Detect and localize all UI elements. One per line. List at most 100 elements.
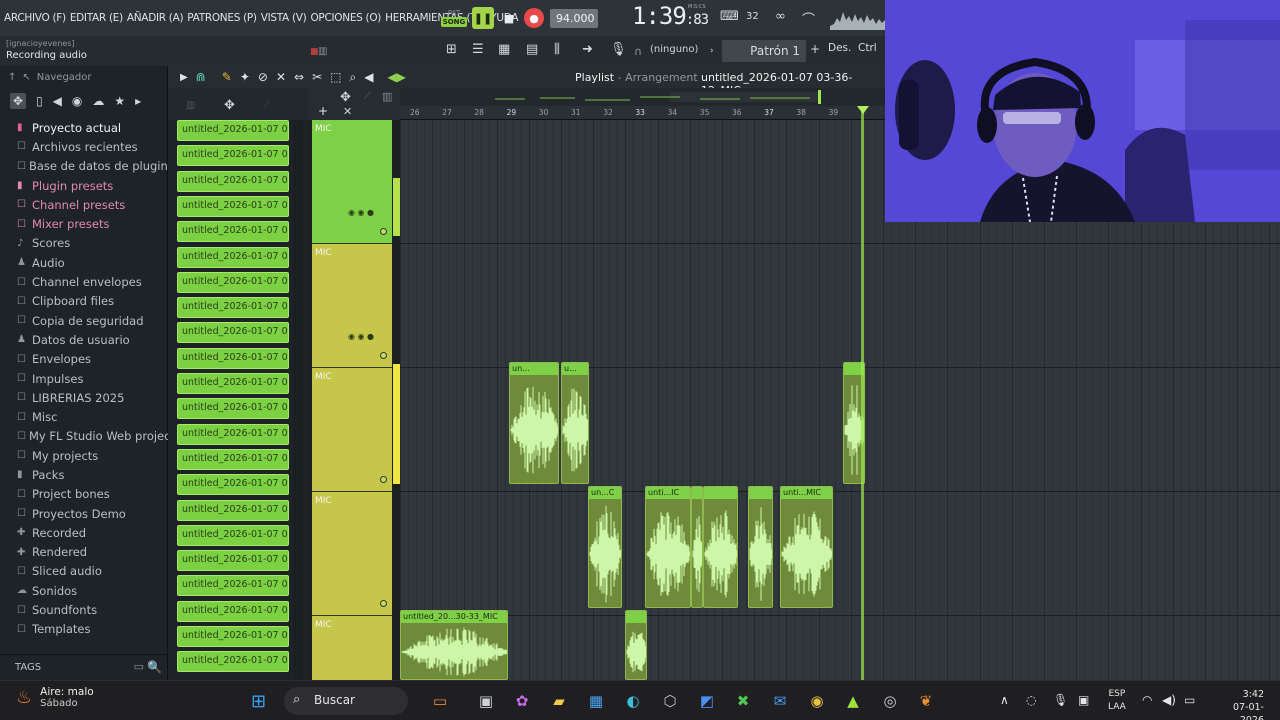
pause-button[interactable]: ❚❚ bbox=[472, 7, 494, 29]
picker-clip[interactable]: untitled_2026-01-07 02- bbox=[177, 373, 289, 394]
browser-item[interactable]: ☐ My projects bbox=[0, 446, 168, 465]
app-thumbnail-icon[interactable]: ▭ bbox=[428, 689, 452, 713]
playhead[interactable] bbox=[861, 106, 864, 680]
picker-clip[interactable]: untitled_2026-01-07 03- bbox=[177, 423, 289, 445]
picker-clip[interactable]: untitled_2026-01-07 03- bbox=[177, 575, 289, 597]
volume-icon[interactable]: ◀) bbox=[1162, 693, 1176, 707]
mixer-icon[interactable]: ⫼ bbox=[554, 42, 560, 57]
file-explorer-icon[interactable]: ▰ bbox=[547, 689, 571, 713]
picker-clip[interactable]: untitled_2026-01-07 02- bbox=[177, 271, 289, 293]
metronome-icon[interactable]: ⌒ bbox=[802, 9, 815, 28]
search-icon[interactable]: 🔍 bbox=[147, 660, 162, 674]
select-icon[interactable]: ⬚ bbox=[330, 70, 341, 84]
browser-item[interactable]: ▮ Proyecto actual bbox=[0, 118, 168, 137]
arrow-left-icon[interactable]: ↖ bbox=[22, 72, 30, 83]
taskbar-search[interactable]: ⌕ Buscar bbox=[284, 687, 408, 715]
browser-item[interactable]: ☐ Proyectos Demo bbox=[0, 504, 168, 523]
track-header[interactable]: MIC bbox=[312, 492, 392, 616]
menu-vista[interactable]: VISTA (V) bbox=[261, 12, 307, 24]
track-tool-icon[interactable]: ⟋ bbox=[364, 91, 371, 102]
browser-item[interactable]: ☐ Misc bbox=[0, 407, 168, 426]
picker-clip[interactable]: untitled_2026-01-07 03- bbox=[177, 550, 289, 572]
track-grid-icon[interactable]: ▥ bbox=[382, 90, 392, 103]
timeline-ruler[interactable]: 26 27 28 29 30 31 32 33 34 35 36 37 38 39 bbox=[400, 106, 885, 120]
menu-editar[interactable]: EDITAR (E) bbox=[70, 12, 123, 24]
picker-clip-icon[interactable]: ⟋ bbox=[263, 100, 270, 111]
wifi-icon[interactable]: ◠ bbox=[1142, 693, 1152, 707]
picker-clip[interactable]: untitled_2026-01-07 02- bbox=[177, 322, 289, 344]
picker-clip[interactable]: untitled_2026-01-07 03- bbox=[177, 448, 289, 470]
playhead-marker[interactable] bbox=[857, 106, 869, 114]
windows-start-icon[interactable]: ⊞ bbox=[251, 691, 266, 712]
add-track-icon[interactable]: + bbox=[318, 104, 328, 118]
task-view-icon[interactable]: ▣ bbox=[474, 689, 498, 713]
typing-keyboard-icon[interactable]: ⌨ bbox=[720, 9, 739, 24]
picker-clip[interactable]: untitled_2026-01-07 03- bbox=[177, 524, 289, 546]
picker-clip[interactable]: untitled_2026-01-07 02- bbox=[177, 297, 289, 319]
des-button[interactable]: Des. bbox=[828, 42, 851, 54]
menu-patrones[interactable]: PATRONES (P) bbox=[187, 12, 257, 24]
track-header[interactable]: MIC ◉ ◉ ● bbox=[312, 244, 392, 368]
browser-item[interactable]: ☐ Channel envelopes bbox=[0, 272, 168, 291]
playlist-arrows-icon[interactable]: ◀▶ bbox=[387, 70, 405, 84]
magnet-icon[interactable]: ⋒ bbox=[196, 70, 206, 84]
picker-clip[interactable]: untitled_2026-01-07 03- bbox=[177, 499, 289, 521]
browser-item[interactable]: ☐ Project bones bbox=[0, 485, 168, 504]
track-select-dot[interactable] bbox=[380, 228, 387, 235]
delete-icon[interactable]: ⊘ bbox=[258, 70, 268, 84]
picker-clip[interactable]: untitled_2026-01-07 03- bbox=[177, 474, 289, 496]
browser-item[interactable]: ☐ Channel presets bbox=[0, 195, 168, 214]
close-icon[interactable]: ✕ bbox=[343, 105, 352, 118]
picker-all-icon[interactable]: ✥ bbox=[224, 98, 235, 113]
browser-item[interactable]: ☐ LIBRERIAS 2025 bbox=[0, 388, 168, 407]
app-cube-icon[interactable]: ⬡ bbox=[658, 689, 682, 713]
browser-item[interactable]: ☐ Envelopes bbox=[0, 350, 168, 369]
picker-clip[interactable]: untitled_2026-01-07 03- bbox=[177, 600, 289, 622]
audio-clip[interactable] bbox=[625, 610, 647, 680]
playlist-mode[interactable]: Arrangement bbox=[625, 71, 698, 84]
app-notes-icon[interactable]: ◩ bbox=[695, 689, 719, 713]
mail-icon[interactable]: ✉ bbox=[768, 689, 792, 713]
slice-icon[interactable]: ✂ bbox=[312, 70, 322, 84]
browser-item[interactable]: ✚ Rendered bbox=[0, 543, 168, 562]
audio-clip[interactable] bbox=[748, 486, 773, 608]
taskbar-clock[interactable]: 3:42 07-01-2026 bbox=[1212, 688, 1264, 720]
audio-clip[interactable] bbox=[703, 486, 738, 608]
arrangement-overview[interactable] bbox=[400, 88, 885, 106]
folder-icon[interactable]: ▭ bbox=[134, 660, 144, 673]
browser-speaker-icon[interactable]: ◀ bbox=[53, 94, 62, 108]
chrome-icon[interactable]: ◉ bbox=[805, 689, 829, 713]
battery-icon[interactable]: ▭ bbox=[1184, 693, 1195, 707]
obs-icon[interactable]: ◎ bbox=[878, 689, 902, 713]
pencil-icon[interactable]: ✎ bbox=[222, 70, 232, 84]
microphone-icon[interactable]: 🎙 bbox=[610, 42, 627, 57]
paint-icon[interactable]: ✦ bbox=[240, 70, 250, 84]
snap-icon[interactable]: ⊞ bbox=[446, 42, 457, 57]
track-select-dot[interactable] bbox=[380, 476, 387, 483]
copilot-icon[interactable]: ✿ bbox=[510, 689, 534, 713]
picker-clip[interactable]: untitled_2026-01-07 02- bbox=[177, 170, 289, 192]
audio-clip[interactable]: un... bbox=[509, 362, 559, 484]
track-controls-icon[interactable]: ◉ ◉ ● bbox=[348, 208, 374, 217]
picker-clip[interactable]: untitled_2026-01-07 03- bbox=[177, 651, 289, 673]
browser-all-icon[interactable]: ✥ bbox=[10, 93, 27, 109]
browser-item[interactable]: ♟ Datos de usuario bbox=[0, 330, 168, 349]
picker-clip[interactable]: untitled_2026-01-07 02- bbox=[177, 120, 289, 141]
browser-item[interactable]: ♪ Scores bbox=[0, 234, 168, 253]
browser-plugin-icon[interactable]: ◉ bbox=[72, 94, 82, 108]
arrow-up-icon[interactable]: ↑ bbox=[8, 72, 16, 83]
arrow-right-icon[interactable]: ➜ bbox=[582, 42, 593, 57]
audio-clip[interactable]: unti...MIC bbox=[780, 486, 833, 608]
audio-clip[interactable] bbox=[691, 486, 703, 608]
stop-button[interactable]: ■ bbox=[498, 7, 520, 29]
record-button[interactable]: ● bbox=[524, 8, 544, 28]
pattern-selector[interactable]: Patrón 1 bbox=[722, 40, 806, 62]
picker-clip[interactable]: untitled_2026-01-07 02- bbox=[177, 221, 289, 243]
trash-icon[interactable]: ▥ bbox=[318, 46, 327, 57]
picker-scrollbar[interactable] bbox=[293, 120, 303, 680]
browser-item[interactable]: ☐ Templates bbox=[0, 620, 168, 639]
track-select-dot[interactable] bbox=[380, 352, 387, 359]
chevron-right-icon[interactable]: › bbox=[710, 46, 714, 56]
channel-rack-icon[interactable]: ▤ bbox=[526, 42, 538, 57]
language-indicator[interactable]: ESP LAA bbox=[1108, 688, 1126, 714]
